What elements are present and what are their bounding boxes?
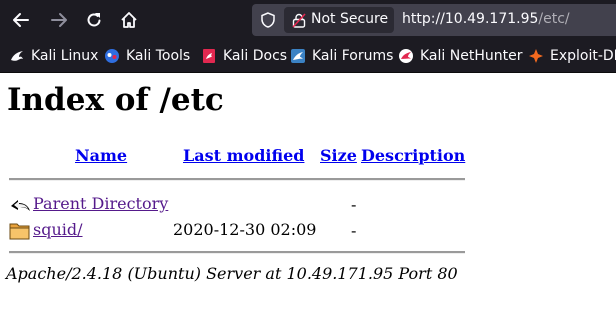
reload-icon (87, 13, 101, 27)
insecure-lock-icon (292, 13, 306, 28)
bookmark-label: Kali Forums (312, 48, 394, 64)
home-icon (121, 12, 137, 28)
kali-nethunter-icon (399, 49, 413, 63)
folder-icon (9, 223, 30, 240)
squid-directory-link[interactable]: squid/ (33, 220, 83, 239)
column-header-description[interactable]: Description (361, 146, 465, 165)
browser-chrome: Not Secure http://10.49.171.95/etc/ Kali… (0, 0, 616, 73)
kali-dragon-icon (11, 51, 23, 61)
bookmarks-toolbar: Kali Linux Kali Tools Kali Docs Kali For… (0, 40, 616, 73)
address-bar[interactable]: Not Secure http://10.49.171.95/etc/ (252, 4, 616, 36)
column-header-name[interactable]: Name (75, 146, 127, 165)
back-arrow-icon (11, 200, 30, 211)
site-security-indicator[interactable]: Not Secure (284, 7, 394, 33)
url-text[interactable]: http://10.49.171.95/etc/ (402, 11, 570, 27)
reload-button[interactable] (81, 7, 107, 33)
parent-directory-link[interactable]: Parent Directory (33, 194, 168, 213)
row-size: - (351, 195, 357, 214)
navigation-toolbar: Not Secure http://10.49.171.95/etc/ (0, 0, 616, 40)
bookmark-kali-docs[interactable]: Kali Docs (201, 48, 287, 64)
row-size: - (351, 221, 357, 240)
kali-docs-icon (203, 49, 215, 63)
forward-button[interactable] (46, 7, 72, 33)
bookmark-kali-tools[interactable]: Kali Tools (104, 48, 190, 64)
bookmark-label: Kali Docs (223, 48, 288, 64)
bookmark-label: Exploit-DB (550, 48, 616, 64)
kali-tools-icon (105, 49, 119, 63)
header-divider (9, 178, 465, 181)
exploit-db-icon (529, 49, 543, 63)
kali-forums-icon (291, 49, 305, 63)
bookmark-label: Kali NetHunter (420, 48, 523, 64)
url-path: /etc/ (538, 11, 570, 27)
shield-icon[interactable] (260, 12, 276, 28)
home-button[interactable] (116, 7, 142, 33)
bookmark-kali-linux[interactable]: Kali Linux (9, 48, 98, 64)
bookmark-kali-nethunter[interactable]: Kali NetHunter (398, 48, 522, 64)
row-last-modified: 2020-12-30 02:09 (173, 220, 317, 239)
forward-arrow-icon (51, 13, 67, 27)
back-button[interactable] (8, 7, 34, 33)
url-host: http://10.49.171.95 (402, 11, 539, 27)
bookmark-label: Kali Tools (126, 48, 191, 64)
column-header-size[interactable]: Size (320, 146, 357, 165)
footer-divider (9, 251, 465, 254)
security-label: Not Secure (311, 11, 389, 27)
column-header-last-modified[interactable]: Last modified (183, 146, 304, 165)
back-arrow-icon (13, 13, 29, 27)
server-signature: Apache/2.4.18 (Ubuntu) Server at 10.49.1… (6, 264, 458, 283)
bookmark-label: Kali Linux (31, 48, 99, 64)
page-title: Index of /etc (7, 82, 224, 118)
bookmark-kali-forums[interactable]: Kali Forums (290, 48, 393, 64)
bookmark-exploit-db[interactable]: Exploit-DB (528, 48, 616, 64)
